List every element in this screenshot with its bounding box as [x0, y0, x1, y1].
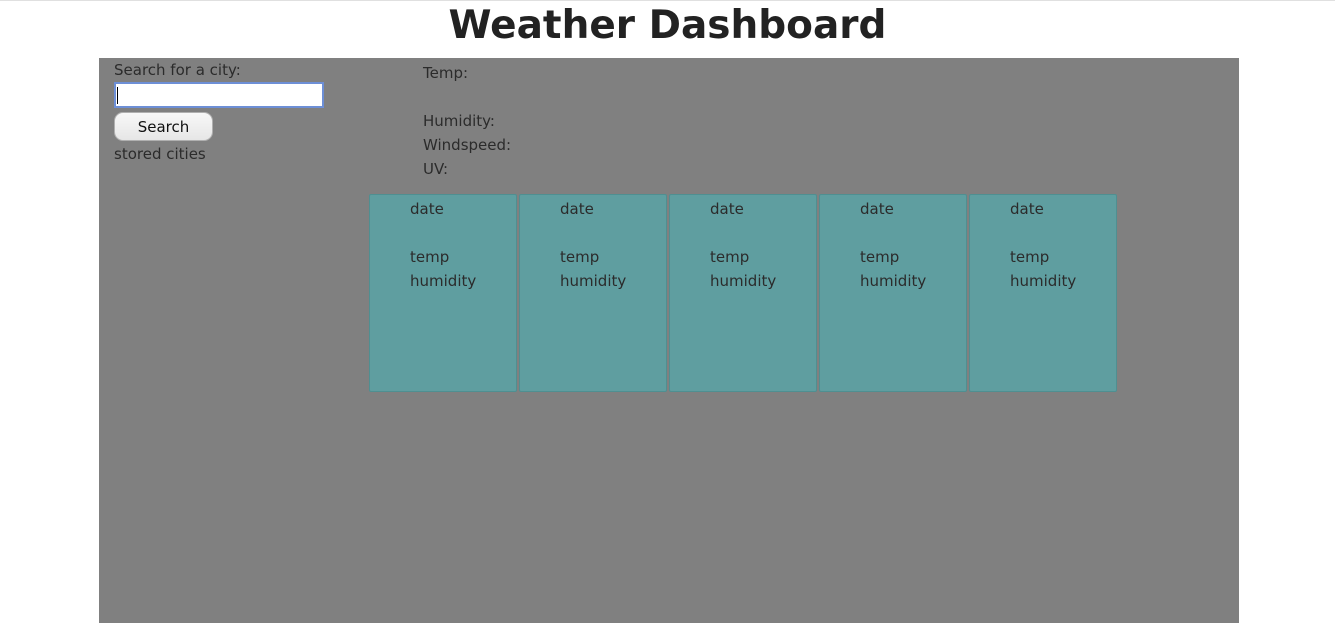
text-caret	[117, 87, 118, 104]
forecast-card: date temp humidity	[519, 194, 667, 392]
search-button[interactable]: Search	[114, 112, 213, 141]
forecast-humidity: humidity	[860, 272, 927, 290]
forecast-card: date temp humidity	[369, 194, 517, 392]
search-label: Search for a city:	[114, 61, 241, 79]
humidity-label: Humidity:	[423, 112, 495, 130]
stored-cities-list: stored cities	[114, 145, 206, 163]
city-search-input[interactable]	[114, 82, 324, 108]
forecast-card: date temp humidity	[669, 194, 817, 392]
current-weather: Temp: Humidity: Windspeed: UV:	[423, 61, 511, 181]
dashboard-panel: Search for a city: Search stored cities …	[99, 58, 1239, 623]
temp-label: Temp:	[423, 64, 469, 82]
forecast-humidity: humidity	[410, 272, 477, 290]
forecast-date: date	[410, 200, 444, 218]
forecast-date: date	[710, 200, 744, 218]
forecast-temp: temp	[1010, 248, 1050, 266]
forecast-humidity: humidity	[560, 272, 627, 290]
forecast-humidity: humidity	[710, 272, 777, 290]
uv-label: UV:	[423, 160, 449, 178]
forecast-date: date	[560, 200, 594, 218]
forecast-date: date	[860, 200, 894, 218]
forecast-card: date temp humidity	[819, 194, 967, 392]
windspeed-label: Windspeed:	[423, 136, 512, 154]
top-divider	[0, 0, 1335, 1]
forecast-temp: temp	[410, 248, 450, 266]
five-day-forecast: date temp humidity date temp humidity da…	[369, 194, 1119, 392]
forecast-temp: temp	[560, 248, 600, 266]
forecast-date: date	[1010, 200, 1044, 218]
forecast-humidity: humidity	[1010, 272, 1077, 290]
page-title: Weather Dashboard	[448, 3, 887, 48]
forecast-temp: temp	[860, 248, 900, 266]
forecast-temp: temp	[710, 248, 750, 266]
forecast-card: date temp humidity	[969, 194, 1117, 392]
